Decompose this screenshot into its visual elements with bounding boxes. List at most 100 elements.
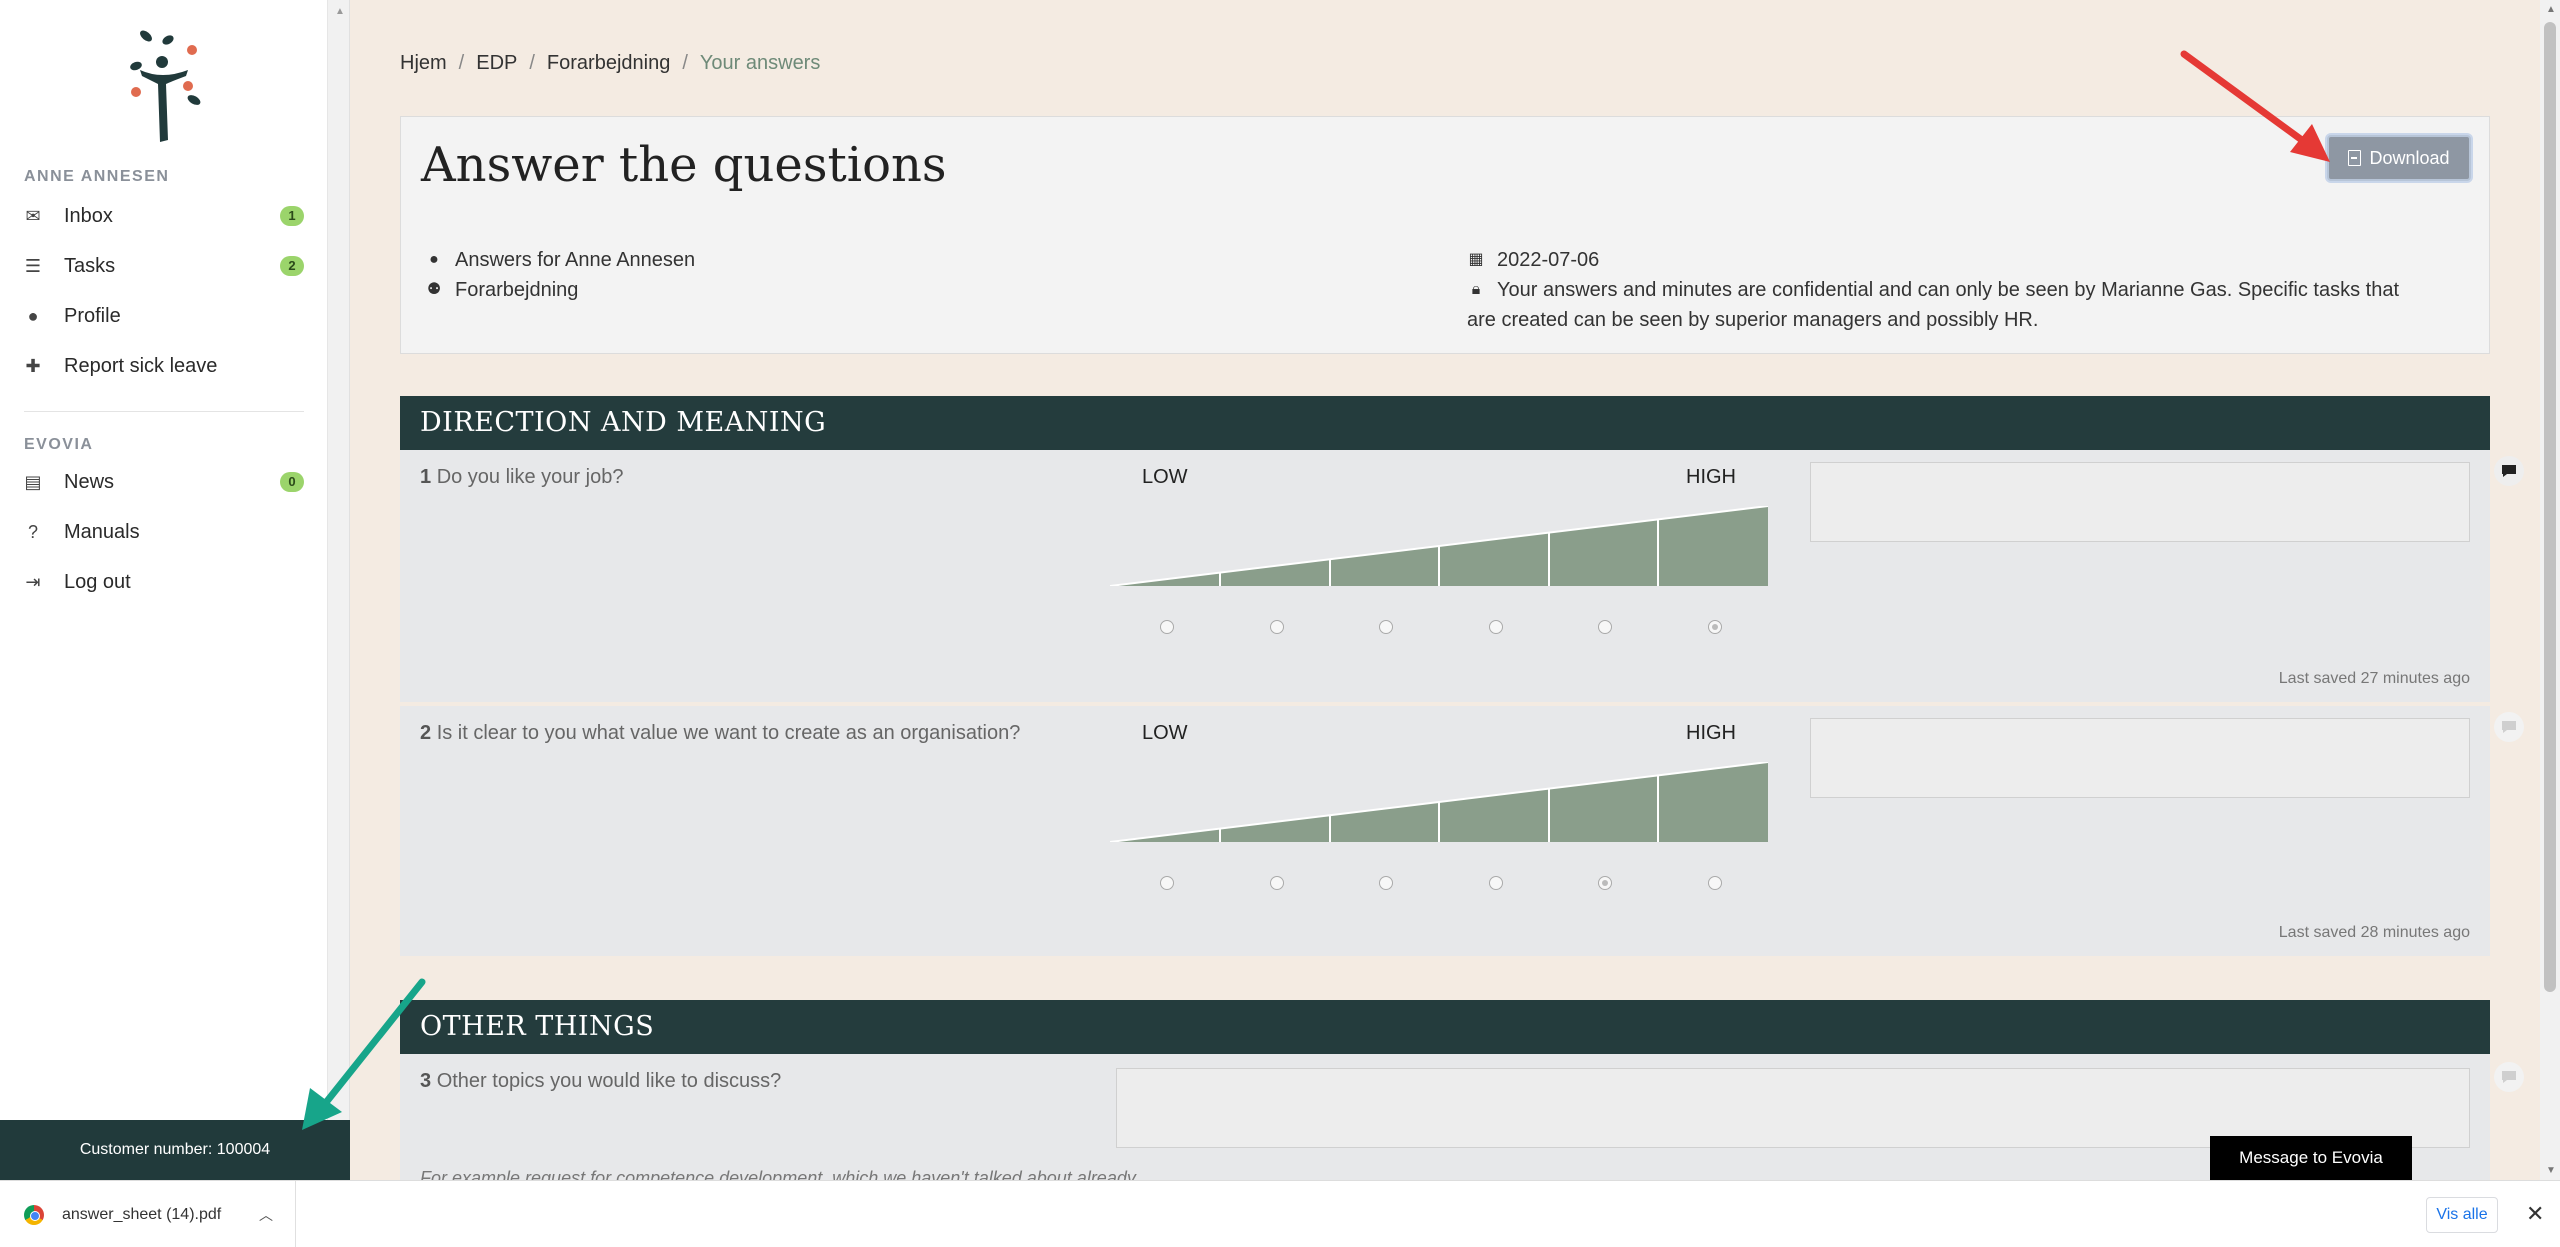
newspaper-icon: ▤	[24, 471, 42, 492]
rating-option-6[interactable]	[1708, 876, 1722, 890]
scale-high-label: HIGH	[1686, 466, 1736, 488]
confidential-text: Your answers and minutes are confidentia…	[1497, 279, 2400, 301]
page-scrollbar[interactable]: ▲ ▼	[2540, 0, 2560, 1180]
sidebar-item-profile[interactable]: ● Profile	[24, 296, 304, 336]
comment-icon[interactable]	[2494, 456, 2524, 486]
scrollbar-thumb[interactable]	[2544, 22, 2556, 992]
scale-low-label: LOW	[1142, 466, 1188, 488]
download-filename: answer_sheet (14).pdf	[62, 1205, 222, 1223]
sidebar-item-label: Report sick leave	[64, 354, 218, 377]
comment-icon[interactable]	[2494, 1062, 2524, 1092]
sidebar-item-label: News	[64, 470, 115, 493]
section-heading-direction: DIRECTION AND MEANING	[400, 396, 2490, 450]
sidebar-item-tasks[interactable]: ☰ Tasks 2	[24, 246, 304, 286]
sidebar: ANNE ANNESEN ✉ Inbox 1 ☰ Tasks 2 ● Profi…	[0, 0, 328, 1180]
sidebar-item-label: Log out	[64, 570, 131, 593]
calendar-icon: ▦	[1468, 251, 1484, 268]
pdf-file-icon	[2348, 150, 2362, 166]
question-text: 1 Do you like your job?	[420, 466, 624, 488]
scale-ramp-graphic	[1110, 762, 1769, 842]
download-label: Download	[2369, 147, 2450, 168]
close-icon[interactable]: ✕	[2526, 1201, 2544, 1227]
plus-icon: ✚	[25, 355, 41, 376]
question-text: 2 Is it clear to you what value we want …	[420, 722, 1021, 744]
rating-option-3[interactable]	[1379, 876, 1393, 890]
rating-option-3[interactable]	[1379, 620, 1393, 634]
sidebar-scrollbar[interactable]: ▲	[328, 0, 350, 1180]
answer-textarea-1[interactable]	[1810, 462, 2470, 542]
sidebar-item-label: Inbox	[64, 204, 113, 227]
rating-option-1[interactable]	[1160, 620, 1174, 634]
rating-option-2[interactable]	[1270, 876, 1284, 890]
group-text: Forarbejdning	[455, 279, 579, 301]
scroll-up-arrow-icon[interactable]: ▲	[335, 6, 345, 17]
question-icon: ?	[27, 521, 38, 542]
group-info: ⚉ Forarbejdning	[425, 275, 579, 305]
download-item[interactable]: answer_sheet (14).pdf ︿	[0, 1181, 296, 1247]
news-count-badge: 0	[280, 472, 304, 492]
tasks-icon: ☰	[24, 255, 42, 276]
header-card: Answer the questions Download ● Answers …	[400, 116, 2490, 354]
scroll-down-arrow-icon[interactable]: ▼	[2546, 1165, 2556, 1176]
sidebar-item-news[interactable]: ▤ News 0	[24, 462, 304, 502]
breadcrumb: Hjem / EDP / Forarbejdning / Your answers	[400, 52, 821, 75]
rating-option-6-selected[interactable]	[1708, 620, 1722, 634]
inbox-count-badge: 1	[280, 206, 304, 226]
chevron-up-icon[interactable]: ︿	[259, 1205, 273, 1225]
lock-icon: 🔒︎	[1471, 281, 1481, 298]
user-icon: ●	[429, 251, 439, 268]
last-saved-text: Last saved 28 minutes ago	[2278, 924, 2470, 941]
scroll-up-arrow-icon[interactable]: ▲	[2546, 4, 2556, 15]
download-button[interactable]: Download	[2327, 135, 2471, 181]
customer-number-bar: Customer number: 100004	[0, 1120, 350, 1180]
rating-option-4[interactable]	[1489, 620, 1503, 634]
comment-icon[interactable]	[2494, 712, 2524, 742]
user-section-heading: ANNE ANNESEN	[24, 168, 170, 185]
evovia-logo	[130, 30, 201, 142]
rating-option-4[interactable]	[1489, 876, 1503, 890]
scale-high-label: HIGH	[1686, 722, 1736, 744]
question-row-2: 2 Is it clear to you what value we want …	[400, 706, 2490, 958]
confidential-info: 🔒︎ Your answers and minutes are confiden…	[1467, 275, 2477, 305]
rating-option-5[interactable]	[1598, 620, 1612, 634]
rating-option-2[interactable]	[1270, 620, 1284, 634]
date-info: ▦ 2022-07-06	[1467, 245, 1599, 275]
sidebar-divider	[24, 411, 304, 412]
sidebar-item-report-sick-leave[interactable]: ✚ Report sick leave	[24, 346, 304, 386]
answer-textarea-2[interactable]	[1810, 718, 2470, 798]
rating-scale-2: LOW HIGH	[1110, 722, 1790, 890]
question-text: 3 Other topics you would like to discuss…	[420, 1070, 782, 1092]
show-all-downloads-button[interactable]: Vis alle	[2426, 1197, 2498, 1233]
confidential-text-line2: are created can be seen by superior mana…	[1467, 309, 2039, 331]
scale-low-label: LOW	[1142, 722, 1188, 744]
breadcrumb-current: Your answers	[699, 52, 821, 74]
sidebar-item-inbox[interactable]: ✉ Inbox 1	[24, 196, 304, 236]
chrome-icon	[24, 1204, 44, 1225]
sidebar-item-label: Profile	[64, 304, 121, 327]
breadcrumb-edp[interactable]: EDP	[476, 52, 517, 75]
browser-download-bar: answer_sheet (14).pdf ︿ Vis alle ✕	[0, 1180, 2560, 1247]
rating-option-1[interactable]	[1160, 876, 1174, 890]
breadcrumb-home[interactable]: Hjem	[400, 52, 447, 75]
scale-ramp-graphic	[1110, 506, 1769, 586]
section-heading-other-things: OTHER THINGS	[400, 1000, 2490, 1054]
rating-scale-1: LOW HIGH	[1110, 466, 1790, 634]
confidential-info-line2: are created can be seen by superior mana…	[1467, 305, 2038, 335]
rating-option-5-selected[interactable]	[1598, 876, 1612, 890]
page-title: Answer the questions	[421, 137, 947, 193]
user-icon: ●	[27, 305, 39, 326]
envelope-icon: ✉	[25, 205, 41, 226]
sidebar-item-label: Manuals	[64, 520, 140, 543]
logout-icon: ⇥	[25, 571, 41, 592]
answers-for: ● Answers for Anne Annesen	[425, 245, 695, 275]
main-content: Hjem / EDP / Forarbejdning / Your answers A…	[350, 0, 2540, 1180]
sidebar-item-logout[interactable]: ⇥ Log out	[24, 562, 304, 602]
question-row-1: 1 Do you like your job? LOW HIGH Last sa…	[400, 450, 2490, 704]
breadcrumb-forarbejdning[interactable]: Forarbejdning	[547, 52, 670, 75]
users-icon: ⚉	[426, 281, 442, 298]
sidebar-item-label: Tasks	[64, 254, 116, 277]
answers-for-text: Answers for Anne Annesen	[455, 249, 696, 271]
tasks-count-badge: 2	[280, 256, 304, 276]
message-to-evovia-button[interactable]: Message to Evovia	[2210, 1136, 2412, 1180]
sidebar-item-manuals[interactable]: ? Manuals	[24, 512, 304, 552]
